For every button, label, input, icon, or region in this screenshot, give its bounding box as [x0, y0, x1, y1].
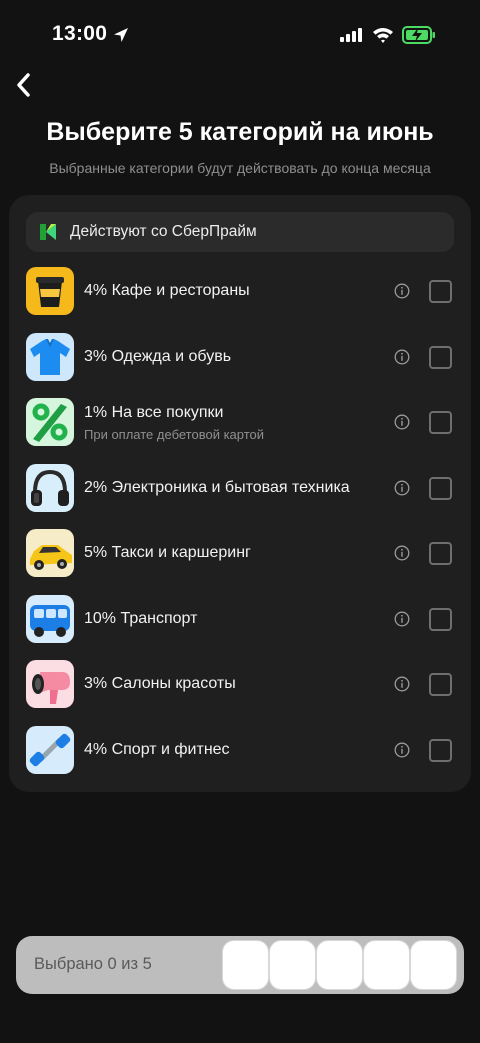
info-icon[interactable]	[394, 742, 410, 758]
selection-slots	[222, 940, 457, 990]
selection-slot	[363, 940, 410, 990]
category-checkbox[interactable]	[429, 673, 452, 696]
category-label: 10% Транспорт	[84, 609, 198, 627]
category-label: 3% Одежда и обувь	[84, 347, 232, 365]
percent-icon	[26, 398, 74, 446]
hair-dryer-icon	[26, 660, 74, 708]
selection-slot	[269, 940, 316, 990]
category-checkbox[interactable]	[429, 476, 452, 500]
info-icon[interactable]	[394, 545, 410, 561]
coffee-cup-icon	[26, 267, 74, 315]
headphones-icon	[26, 463, 74, 512]
category-sublabel: При оплате дебетовой картой	[84, 426, 265, 442]
status-time: 13:00	[52, 22, 108, 45]
category-list: 4% Кафе и рестораны 3% Одежда и обувь 1%…	[9, 261, 471, 785]
category-row-transport[interactable]: 10% Транспорт	[9, 589, 471, 655]
sberprime-logo-icon	[40, 224, 56, 240]
category-label: 5% Такси и каршеринг	[84, 544, 251, 561]
categories-card: Действуют со СберПрайм 4% Кафе и рестора…	[9, 195, 471, 792]
status-bar: 13:00	[0, 0, 480, 70]
car-icon	[26, 529, 74, 577]
info-icon[interactable]	[394, 611, 410, 627]
wifi-icon	[373, 28, 393, 43]
category-row-electronics[interactable]: 2% Электроника и бытовая техника	[9, 458, 471, 524]
category-checkbox[interactable]	[429, 411, 452, 434]
selection-bar[interactable]: Выбрано 0 из 5	[16, 936, 464, 994]
cellular-signal-icon	[340, 28, 362, 42]
category-row-all-purchases[interactable]: 1% На все покупки При оплате дебетовой к…	[9, 392, 471, 458]
selection-slot	[222, 940, 269, 990]
info-icon[interactable]	[394, 414, 410, 430]
page-title: Выберите 5 категорий на июнь	[46, 118, 434, 146]
location-arrow-icon	[114, 28, 128, 42]
category-label: 2% Электроника и бытовая техника	[84, 478, 350, 496]
selection-slot	[410, 940, 457, 990]
bus-icon	[26, 594, 74, 643]
info-icon[interactable]	[394, 676, 410, 692]
page-subtitle: Выбранные категории будут действовать до…	[49, 160, 431, 176]
sberprime-banner: Действуют со СберПрайм	[26, 212, 454, 252]
dumbbell-icon	[26, 725, 74, 774]
chevron-left-icon	[17, 73, 30, 97]
polo-shirt-icon	[26, 332, 74, 381]
category-checkbox[interactable]	[429, 345, 452, 369]
info-icon[interactable]	[394, 349, 410, 365]
category-row-beauty[interactable]: 3% Салоны красоты	[9, 654, 471, 720]
category-checkbox[interactable]	[429, 738, 452, 762]
category-label: 4% Спорт и фитнес	[84, 740, 230, 758]
info-icon[interactable]	[394, 283, 410, 299]
category-label: 4% Кафе и рестораны	[84, 282, 250, 299]
info-icon[interactable]	[394, 480, 410, 496]
back-button[interactable]	[8, 68, 38, 102]
selection-slot	[316, 940, 363, 990]
category-row-sport[interactable]: 4% Спорт и фитнес	[9, 720, 471, 786]
category-checkbox[interactable]	[429, 280, 452, 303]
category-label: 3% Салоны красоты	[84, 675, 236, 692]
selected-count: Выбрано 0 из 5	[34, 955, 152, 973]
battery-charging-icon	[402, 26, 435, 44]
category-row-cafe[interactable]: 4% Кафе и рестораны	[9, 261, 471, 327]
category-checkbox[interactable]	[429, 607, 452, 631]
category-label: 1% На все покупки	[84, 403, 224, 421]
category-row-taxi[interactable]: 5% Такси и каршеринг	[9, 523, 471, 589]
category-checkbox[interactable]	[429, 542, 452, 565]
category-row-clothes[interactable]: 3% Одежда и обувь	[9, 327, 471, 393]
sberprime-banner-text: Действуют со СберПрайм	[70, 223, 257, 240]
